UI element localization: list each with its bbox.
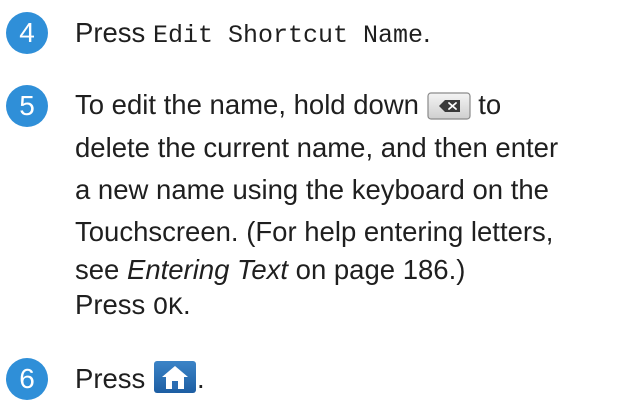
- step-number-6: 6: [6, 358, 48, 400]
- step-4-prefix: Press: [75, 17, 146, 48]
- entering-text-reference[interactable]: Entering Text: [127, 254, 288, 285]
- step-5-line-1-before: To edit the name, hold down: [75, 89, 419, 120]
- step-5-line-1: To edit the name, hold down to: [75, 86, 501, 129]
- step-5-line-5-before: see: [75, 254, 120, 285]
- step-5-line-5: see Entering Text on page 186.): [75, 251, 465, 288]
- step-6-text: Press .: [75, 360, 205, 403]
- step-6-prefix: Press: [75, 363, 146, 394]
- backspace-key-icon: [427, 92, 471, 129]
- step-5-line-6: Press OK.: [75, 286, 191, 326]
- step-5-line-1-after: to: [478, 89, 502, 120]
- step-number-5: 5: [6, 85, 48, 127]
- step-4-text: Press Edit Shortcut Name.: [75, 14, 431, 54]
- step-5-line-6-suffix: .: [182, 289, 191, 320]
- step-6-suffix: .: [196, 363, 205, 394]
- ok-button-label: OK: [152, 293, 183, 322]
- step-4-suffix: .: [422, 17, 431, 48]
- step-5-line-4: Touchscreen. (For help entering letters,: [75, 216, 554, 247]
- edit-shortcut-name-button-label: Edit Shortcut Name: [152, 21, 423, 50]
- step-5-line-3: a new name using the keyboard on the: [75, 174, 549, 205]
- home-button-icon: [153, 360, 197, 403]
- step-5-line-6-prefix: Press: [75, 289, 146, 320]
- step-5-line-2: delete the current name, and then enter: [75, 132, 559, 163]
- step-number-4: 4: [6, 12, 48, 54]
- step-5-line-5-after: on page 186.): [295, 254, 466, 285]
